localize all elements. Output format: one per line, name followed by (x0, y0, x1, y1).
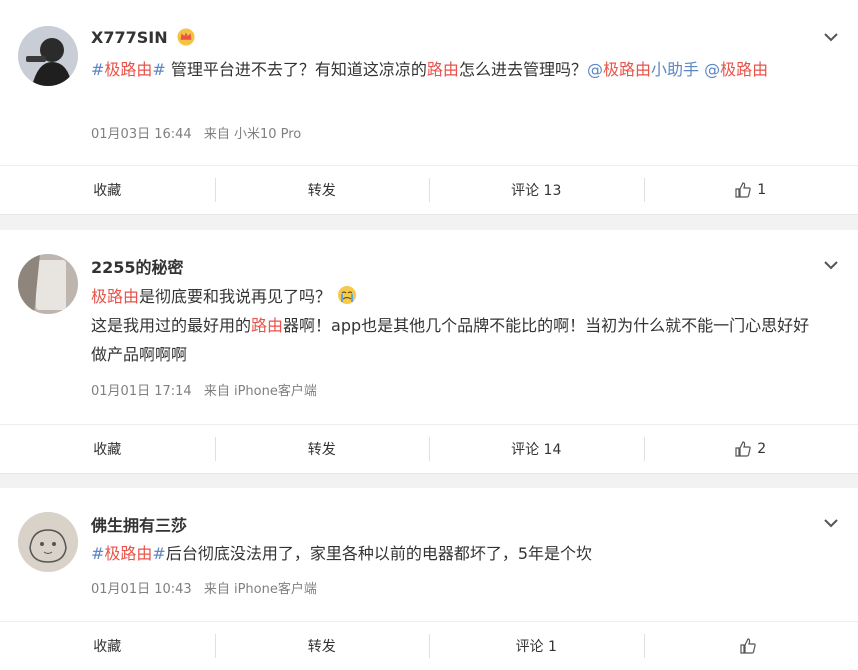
comment-label: 评论 13 (511, 183, 562, 199)
avatar[interactable] (18, 512, 78, 572)
collect-button[interactable]: 收藏 (0, 425, 215, 473)
post-card: 2255的秘密 极路由是彻底要和我说再见了吗？ 这是我用过的最好用的路由器啊！ap… (0, 230, 858, 474)
repost-label: 转发 (307, 183, 336, 199)
chevron-down-icon[interactable] (822, 514, 840, 532)
mention-link[interactable]: # (91, 60, 104, 79)
post-meta: 01月01日 10:43 来自 iPhone客户端 (91, 578, 317, 597)
comment-button[interactable]: 评论 14 (429, 425, 644, 473)
post-date[interactable]: 01月03日 16:44 (91, 127, 192, 142)
username[interactable]: X777SIN (91, 28, 195, 47)
repost-label: 转发 (307, 442, 336, 458)
topic-link[interactable]: 路由 (251, 316, 283, 335)
action-bar: 收藏 转发 评论 1 (0, 621, 858, 670)
like-button[interactable] (643, 622, 858, 670)
mention-link[interactable]: # (152, 60, 165, 79)
username[interactable]: 2255的秘密 (91, 254, 184, 278)
post-text: #极路由#后台彻底没法用了，家里各种以前的电器都坏了，5年是个坎 (91, 539, 821, 568)
topic-link[interactable]: 路由 (427, 60, 459, 79)
post-source: 来自 iPhone客户端 (203, 582, 317, 597)
topic-link[interactable]: 极路由 (603, 60, 651, 79)
crown-icon (177, 28, 195, 46)
collect-label: 收藏 (93, 442, 122, 458)
repost-label: 转发 (307, 639, 336, 655)
avatar[interactable] (18, 26, 78, 86)
topic-link[interactable]: 极路由 (91, 287, 139, 306)
post-text-segment: 怎么进去管理吗？ (458, 60, 587, 79)
post-text-segment: 是彻底要和我说再见了吗？ (139, 287, 332, 306)
mention-link[interactable]: @ (704, 60, 720, 79)
like-button[interactable]: 2 (643, 425, 858, 473)
thumbs-up-icon (735, 441, 752, 457)
thumbs-up-icon (735, 182, 752, 198)
comment-label: 评论 1 (515, 639, 557, 655)
mention-link[interactable]: 小助手 (651, 60, 704, 79)
mention-link[interactable]: @ (587, 60, 603, 79)
action-bar: 收藏 转发 评论 14 2 (0, 424, 858, 473)
username-text[interactable]: X777SIN (91, 28, 168, 47)
repost-button[interactable]: 转发 (214, 425, 430, 473)
post-text-segment: 管理平台进不去了？有知道这凉凉的 (165, 60, 427, 79)
post-text-segment: 这是我用过的最好用的 (91, 316, 252, 335)
post-source: 来自 小米10 Pro (203, 127, 302, 142)
topic-link[interactable]: 极路由 (720, 60, 768, 79)
post-text-segment: 后台彻底没法用了，家里各种以前的电器都坏了，5年是个坎 (165, 544, 593, 563)
crying-face-icon (338, 286, 357, 304)
repost-button[interactable]: 转发 (214, 166, 430, 214)
post-date[interactable]: 01月01日 10:43 (91, 582, 192, 597)
post-meta: 01月01日 17:14 来自 iPhone客户端 (91, 380, 317, 399)
username[interactable]: 佛生拥有三莎 (91, 512, 187, 536)
avatar[interactable] (18, 254, 78, 314)
collect-button[interactable]: 收藏 (0, 622, 215, 670)
mention-link[interactable]: # (91, 544, 104, 563)
username-text[interactable]: 佛生拥有三莎 (91, 516, 187, 535)
repost-button[interactable]: 转发 (214, 622, 430, 670)
post-meta: 01月03日 16:44 来自 小米10 Pro (91, 123, 301, 142)
mention-link[interactable]: # (152, 544, 165, 563)
username-text[interactable]: 2255的秘密 (91, 258, 184, 277)
like-count: 2 (757, 441, 767, 457)
like-button[interactable]: 1 (643, 166, 858, 214)
chevron-down-icon[interactable] (822, 256, 840, 274)
like-count: 1 (757, 182, 767, 198)
post-source: 来自 iPhone客户端 (203, 384, 317, 399)
comment-label: 评论 14 (511, 442, 562, 458)
post-date[interactable]: 01月01日 17:14 (91, 384, 192, 399)
thumbs-up-icon (740, 638, 756, 654)
topic-link[interactable]: 极路由 (104, 544, 152, 563)
post-card: X777SIN #极路由# 管理平台进不去了？有知道这凉凉的路由怎么进去管理吗？… (0, 0, 858, 215)
comment-button[interactable]: 评论 1 (429, 622, 644, 670)
collect-label: 收藏 (93, 639, 122, 655)
comment-button[interactable]: 评论 13 (429, 166, 644, 214)
collect-label: 收藏 (93, 183, 122, 199)
post-text: 极路由是彻底要和我说再见了吗？ 这是我用过的最好用的路由器啊！app也是其他几个品… (91, 282, 821, 369)
action-bar: 收藏 转发 评论 13 1 (0, 165, 858, 214)
collect-button[interactable]: 收藏 (0, 166, 215, 214)
post-card: 佛生拥有三莎 #极路由#后台彻底没法用了，家里各种以前的电器都坏了，5年是个坎 … (0, 488, 858, 670)
topic-link[interactable]: 极路由 (104, 60, 152, 79)
chevron-down-icon[interactable] (822, 28, 840, 46)
post-text: #极路由# 管理平台进不去了？有知道这凉凉的路由怎么进去管理吗？@极路由小助手 … (91, 55, 821, 84)
